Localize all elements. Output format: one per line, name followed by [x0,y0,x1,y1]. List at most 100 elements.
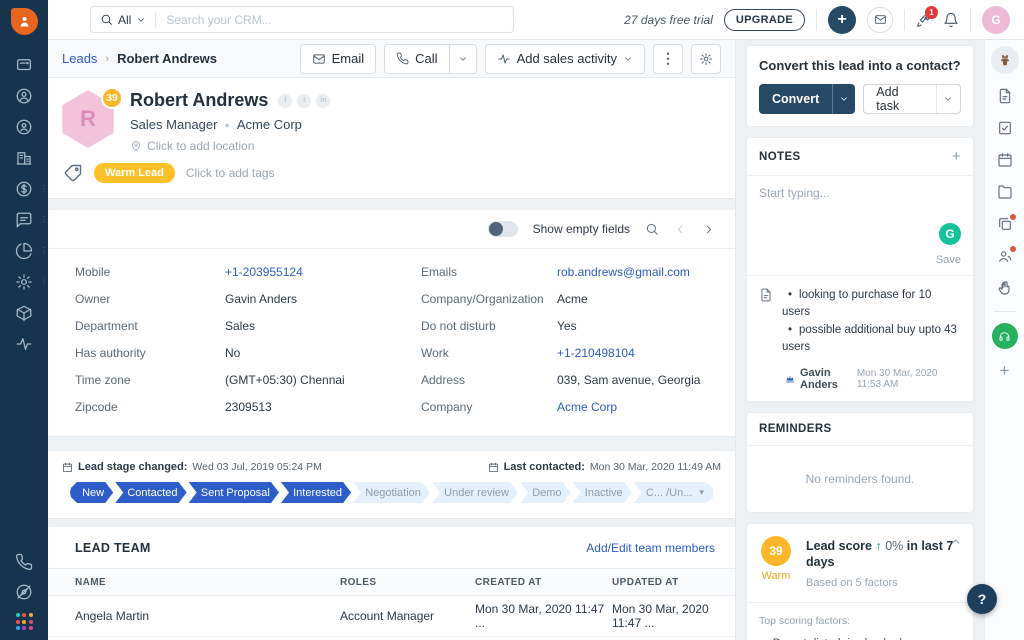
note-item[interactable]: looking to purchase for 10 users possibl… [747,275,973,401]
add-task-button[interactable]: Add task [864,85,935,113]
note-author: Gavin Anders [800,367,838,391]
note-save-button[interactable]: Save [936,254,961,266]
stage-negotiation[interactable]: Negotiation [353,482,430,503]
page-settings-button[interactable] [691,43,721,74]
add-panel-icon[interactable]: + [1000,361,1010,381]
lead-team-card: LEAD TEAM Add/Edit team members NAME ROL… [48,527,735,640]
add-note-button[interactable]: + [952,148,961,165]
convert-options-button[interactable] [832,84,856,114]
search-scope-label: All [118,12,132,27]
notes-panel-icon[interactable] [989,80,1021,112]
add-sales-activity-button[interactable]: Add sales activity [484,43,645,74]
stage-demo[interactable]: Demo [520,482,571,503]
help-button[interactable]: ? [967,584,997,614]
reminders-empty-text: No reminders found. [747,445,973,512]
note-input[interactable] [759,186,961,224]
files-folder-icon[interactable] [989,176,1021,208]
search-fields-icon[interactable] [645,222,659,236]
sidebar-item-leads[interactable] [0,80,48,111]
table-row[interactable]: Angela Martin Account Manager Mon 30 Mar… [48,596,735,637]
note-compose-area: G Save [747,175,973,275]
drag-handle-icon[interactable]: ⋮ [40,215,48,224]
support-headset-icon[interactable] [991,323,1018,349]
dashboard-icon [15,56,33,74]
author-crown-icon [785,374,795,384]
upgrade-button[interactable]: UPGRADE [723,8,805,31]
linkedin-icon[interactable]: in [316,93,331,108]
drag-handle-icon[interactable]: ⋮ [40,277,48,286]
stage-interested[interactable]: Interested [281,482,351,503]
email-inbox-button[interactable] [867,6,893,33]
notes-title: NOTES [759,150,801,163]
breadcrumb-leads-link[interactable]: Leads [62,51,97,66]
add-tags-field[interactable]: Click to add tags [186,166,275,180]
grammarly-icon[interactable]: G [939,223,961,245]
more-actions-button[interactable]: ⋮ [653,43,683,74]
stage-new[interactable]: New [70,482,113,503]
search-scope-dropdown[interactable]: All [91,13,155,27]
add-edit-team-members-link[interactable]: Add/Edit team members [586,541,715,555]
chat-icon [15,211,33,229]
note-document-icon [759,288,773,356]
sidebar-item-conversations[interactable]: ⋮ [0,204,48,235]
factors-heading: Top scoring factors: [759,614,851,627]
appointments-calendar-icon[interactable] [989,144,1021,176]
sidebar-item-deals[interactable]: ⋮ [0,173,48,204]
global-search[interactable]: All [90,6,514,33]
convert-split-button: Convert [759,84,856,114]
stage-sent-proposal[interactable]: Sent Proposal [189,482,279,503]
add-task-options-button[interactable] [935,85,960,113]
twitter-icon[interactable]: t [297,93,312,108]
stage-inactive[interactable]: Inactive [573,482,632,503]
duplicates-copy-icon[interactable] [989,208,1021,240]
pet-mascot-icon[interactable] [990,46,1019,74]
sidebar-item-reports[interactable]: ⋮ [0,235,48,266]
freshworks-logo-icon[interactable] [10,8,38,35]
email-button[interactable]: Email [299,43,377,74]
sidebar-item-settings[interactable]: ⋮ [0,266,48,297]
phone-channel-icon[interactable] [15,553,33,571]
drag-handle-icon[interactable]: ⋮ [40,184,48,193]
sidebar-item-sales-activities[interactable] [0,328,48,359]
field-value-mobile[interactable]: +1-203955124 [225,265,421,279]
warm-lead-tag[interactable]: Warm Lead [94,163,175,183]
stage-contacted[interactable]: Contacted [115,482,186,503]
sidebar-item-accounts[interactable] [0,142,48,173]
show-empty-fields-toggle[interactable] [487,221,518,237]
related-contacts-icon[interactable] [989,240,1021,272]
apps-switcher-icon[interactable] [15,613,33,630]
add-task-split-button: Add task [863,84,961,114]
chevron-right-icon[interactable] [702,223,715,236]
quick-add-button[interactable]: + [828,5,856,34]
sidebar-item-dashboard[interactable] [0,49,48,80]
note-timestamp: Mon 30 Mar, 2020 11:53 AM [856,368,938,390]
field-value-company-link[interactable]: Acme Corp [557,400,715,414]
field-label: Company/Organization [421,292,544,306]
call-button[interactable]: Call [384,43,450,74]
team-member-name[interactable]: Angela Martin [75,609,340,623]
lead-score-badge: 39 [101,87,123,109]
facebook-icon[interactable]: f [278,93,293,108]
convert-button[interactable]: Convert [759,84,833,114]
sidebar-item-contacts[interactable] [0,111,48,142]
calendar-icon [62,462,73,473]
drag-handle-icon[interactable]: ⋮ [40,246,48,255]
user-avatar[interactable]: G [982,5,1010,34]
explore-compass-icon[interactable] [15,583,33,601]
tasks-panel-icon[interactable] [989,112,1021,144]
pie-chart-icon [15,242,33,260]
add-location-field[interactable]: Click to add location [130,139,330,153]
search-input[interactable] [156,12,513,27]
sidebar-item-products[interactable] [0,297,48,328]
quick-actions-hand-icon[interactable] [989,272,1021,304]
chevron-up-icon[interactable] [949,535,962,548]
field-value-work-phone[interactable]: +1-210498104 [557,346,715,360]
bell-icon[interactable] [943,12,959,28]
call-options-button[interactable] [449,43,477,74]
field-value-email[interactable]: rob.andrews@gmail.com [557,265,715,279]
whats-new-rocket-button[interactable]: 1 [916,5,938,28]
stage-closed-unqualified[interactable]: C... /Un... ▾ [634,482,713,503]
stage-under-review[interactable]: Under review [432,482,518,503]
chevron-left-icon[interactable] [674,223,687,236]
chevron-right-icon: › [105,52,110,65]
